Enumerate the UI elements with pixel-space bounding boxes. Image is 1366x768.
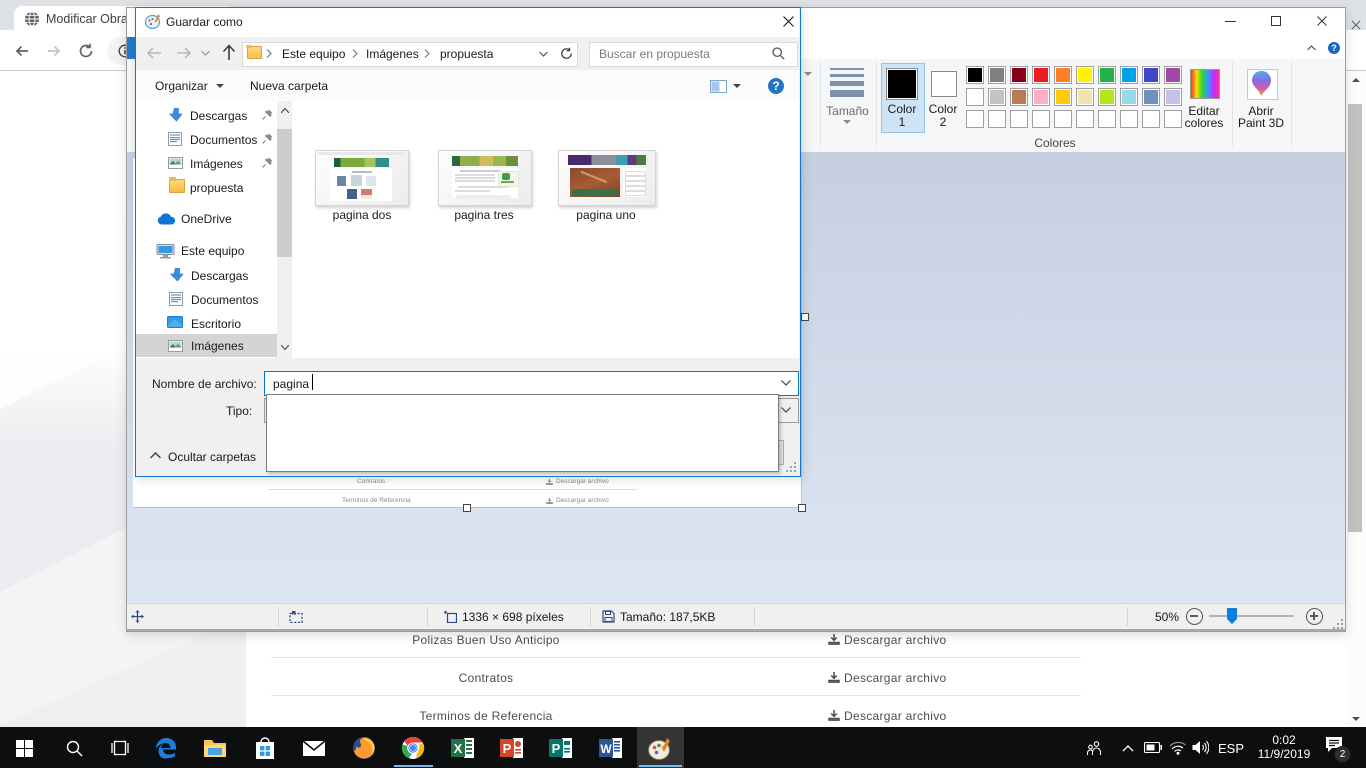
svg-text:X: X — [454, 741, 463, 756]
svg-text:P: P — [503, 741, 512, 756]
svg-text:P: P — [552, 741, 561, 756]
svg-text:W: W — [600, 742, 612, 756]
